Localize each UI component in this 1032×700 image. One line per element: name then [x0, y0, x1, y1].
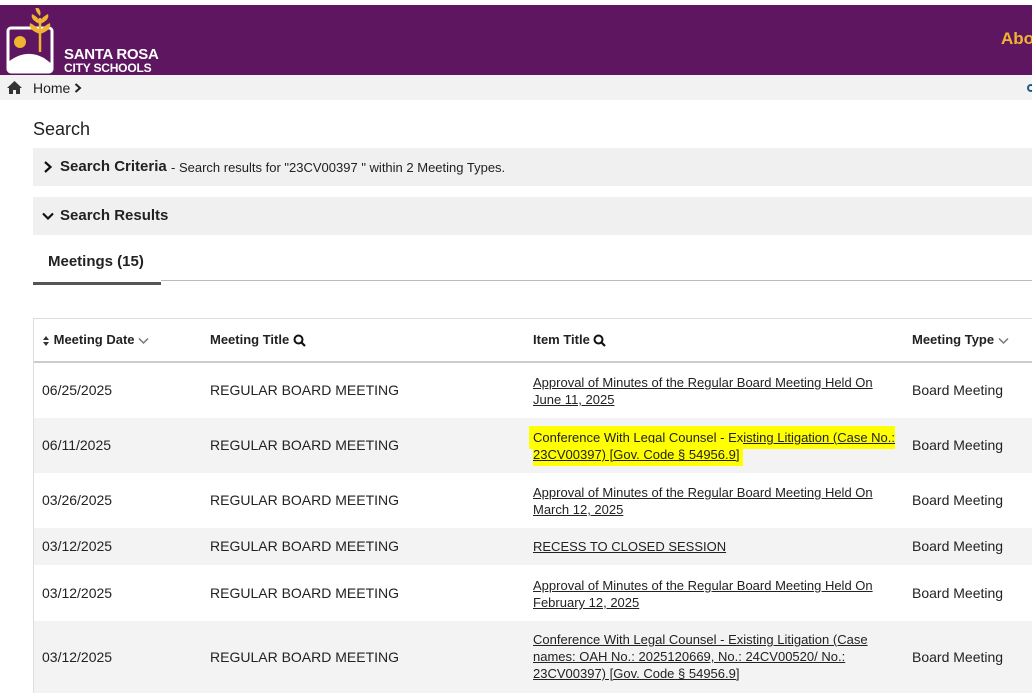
results-table: Meeting Date Meeting Title Item Title Me…	[33, 318, 1032, 693]
cell-meeting-type: Board Meeting	[912, 585, 1004, 601]
cell-meeting-title: REGULAR BOARD MEETING	[210, 437, 400, 453]
search-results-panel[interactable]: Search Results	[33, 197, 1032, 235]
col-meeting-title-label: Meeting Title	[210, 332, 290, 347]
chevron-down-icon	[42, 212, 54, 221]
brand-line2: CITY SCHOOLS	[64, 61, 152, 75]
chevron-down-icon	[138, 337, 149, 344]
district-logo[interactable]: SANTA ROSA CITY SCHOOLS	[6, 6, 159, 75]
logo-mark-icon	[6, 6, 54, 74]
item-title-link[interactable]: RECESS TO CLOSED SESSION	[533, 538, 898, 555]
search-icon[interactable]	[593, 334, 607, 347]
cell-date: 03/26/2025	[42, 492, 113, 508]
search-criteria-panel[interactable]: Search Criteria - Search results for "23…	[33, 148, 1032, 186]
col-meeting-type[interactable]: Meeting Type	[912, 332, 1009, 347]
chevron-right-icon	[74, 83, 82, 93]
col-meeting-date-label: Meeting Date	[53, 332, 135, 347]
cell-meeting-title: REGULAR BOARD MEETING	[210, 382, 400, 398]
cell-date: 03/12/2025	[42, 538, 113, 554]
item-title-link[interactable]: Conference With Legal Counsel - Existing…	[533, 631, 898, 682]
cell-meeting-type: Board Meeting	[912, 382, 1004, 398]
search-icon[interactable]	[293, 334, 306, 347]
col-item-title-label: Item Title	[533, 332, 590, 347]
cell-date: 03/12/2025	[42, 649, 113, 665]
home-icon[interactable]	[6, 80, 23, 95]
search-criteria-title: Search Criteria	[60, 158, 167, 175]
brand-line1: SANTA ROSA	[64, 46, 159, 63]
item-title-link[interactable]: Approval of Minutes of the Regular Board…	[533, 484, 898, 518]
cell-meeting-title: REGULAR BOARD MEETING	[210, 492, 400, 508]
cell-date: 03/12/2025	[42, 585, 113, 601]
site-header: SANTA ROSA CITY SCHOOLS Abo	[0, 5, 1032, 75]
item-title-link[interactable]: Approval of Minutes of the Regular Board…	[533, 374, 898, 408]
item-title-link[interactable]: Approval of Minutes of the Regular Board…	[533, 577, 898, 611]
tab-meetings-label: Meetings (15)	[48, 253, 144, 270]
table-row[interactable]: 06/25/2025 REGULAR BOARD MEETING Approva…	[34, 363, 1032, 418]
cell-meeting-title: REGULAR BOARD MEETING	[210, 649, 400, 665]
col-meeting-title[interactable]: Meeting Title	[210, 332, 306, 347]
cell-meeting-type: Board Meeting	[912, 649, 1004, 665]
breadcrumb-home[interactable]: Home	[33, 80, 70, 96]
share-icon[interactable]	[1024, 83, 1032, 93]
chevron-down-icon	[998, 337, 1009, 344]
tab-meetings[interactable]: Meetings (15)	[33, 245, 161, 285]
table-row[interactable]: 06/11/2025 REGULAR BOARD MEETING Confere…	[34, 418, 1032, 473]
cell-meeting-title: REGULAR BOARD MEETING	[210, 538, 400, 554]
search-criteria-description: - Search results for "23CV00397 " within…	[171, 160, 506, 175]
table-row[interactable]: 03/12/2025 REGULAR BOARD MEETING RECESS …	[34, 528, 1032, 565]
cell-meeting-type: Board Meeting	[912, 538, 1004, 554]
cell-date: 06/25/2025	[42, 382, 113, 398]
chevron-right-icon	[44, 161, 53, 173]
search-results-title: Search Results	[60, 207, 169, 224]
col-meeting-date[interactable]: Meeting Date	[42, 332, 149, 347]
col-meeting-type-label: Meeting Type	[912, 332, 995, 347]
col-item-title[interactable]: Item Title	[533, 332, 607, 347]
tab-divider	[161, 280, 1032, 281]
nav-about-link[interactable]: Abo	[1001, 29, 1032, 49]
item-title-link-highlighted[interactable]: Conference With Legal Counsel - Existing…	[533, 429, 898, 463]
cell-date: 06/11/2025	[42, 437, 112, 453]
cell-meeting-title: REGULAR BOARD MEETING	[210, 585, 400, 601]
table-row[interactable]: 03/12/2025 REGULAR BOARD MEETING Approva…	[34, 565, 1032, 621]
table-row[interactable]: 03/26/2025 REGULAR BOARD MEETING Approva…	[34, 473, 1032, 528]
breadcrumb: Home	[0, 75, 1032, 100]
cell-meeting-type: Board Meeting	[912, 492, 1004, 508]
table-header: Meeting Date Meeting Title Item Title Me…	[34, 319, 1032, 363]
page-title: Search	[33, 119, 91, 139]
cell-meeting-type: Board Meeting	[912, 437, 1004, 453]
sort-icon	[43, 335, 49, 346]
table-row[interactable]: 03/12/2025 REGULAR BOARD MEETING Confere…	[34, 621, 1032, 693]
